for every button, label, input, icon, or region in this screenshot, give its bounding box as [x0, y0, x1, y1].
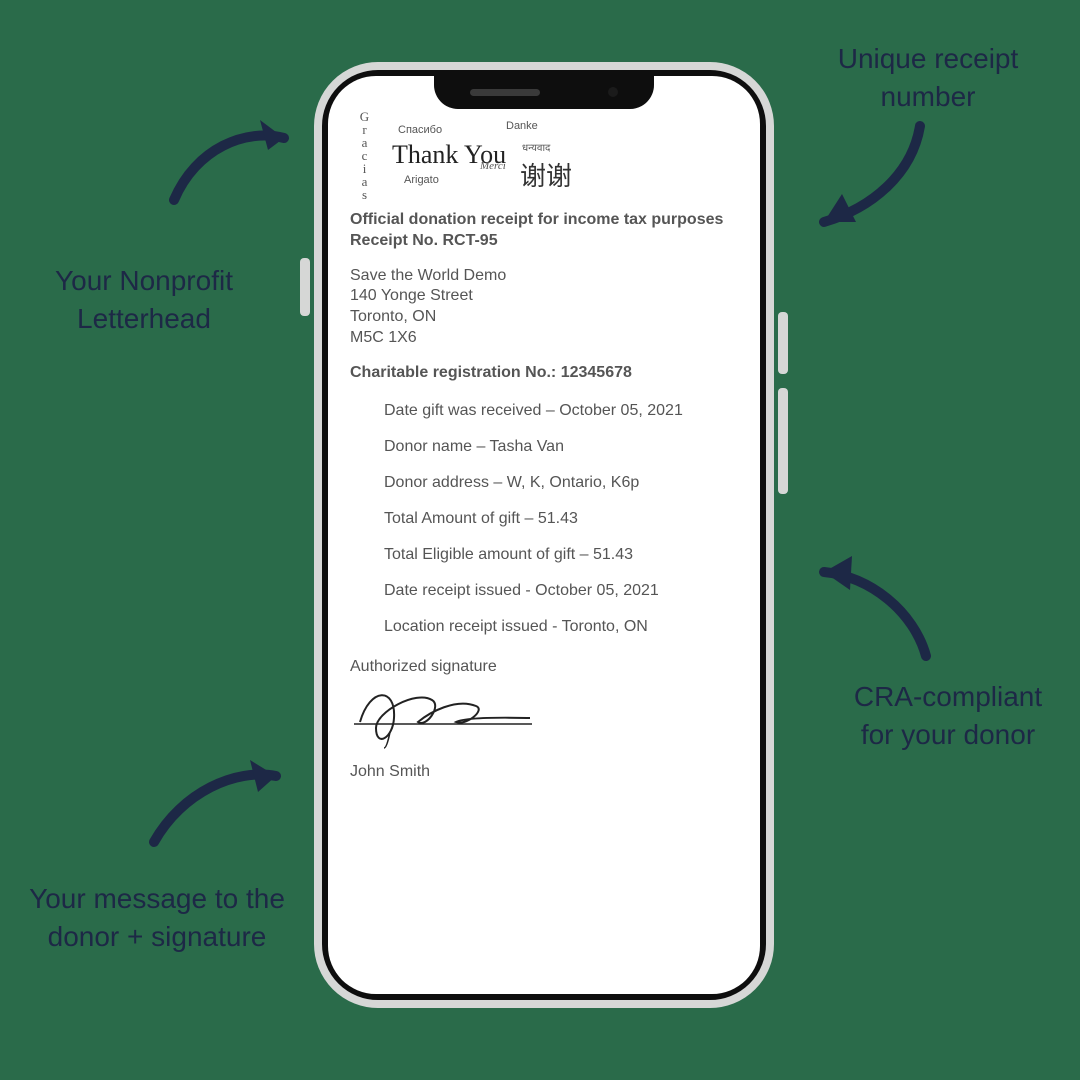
org-addr3: M5C 1X6: [350, 328, 738, 349]
org-name: Save the World Demo: [350, 266, 738, 287]
authorized-signature-label: Authorized signature: [350, 658, 738, 676]
signer-name: John Smith: [350, 763, 738, 781]
arrow-receipt-number-icon: [788, 112, 938, 242]
receipt-details-block: Date gift was received – October 05, 202…: [350, 402, 738, 636]
arrow-signature-icon: [136, 750, 296, 860]
arrow-cra-icon: [794, 552, 944, 672]
receipt-screen: Gracias Спасибо Danke धन्यवाद Thank You …: [328, 76, 760, 994]
letterhead-block: Gracias Спасибо Danke धन्यवाद Thank You …: [350, 120, 738, 192]
arrow-letterhead-icon: [156, 108, 306, 218]
letterhead-word-spasibo: Спасибо: [398, 124, 442, 136]
annotation-letterhead: Your NonprofitLetterhead: [24, 262, 264, 338]
letterhead-word-arigato: Arigato: [404, 174, 439, 186]
org-address-block: Save the World Demo 140 Yonge Street Tor…: [350, 266, 738, 349]
annotation-signature: Your message to thedonor + signature: [12, 880, 302, 956]
phone-side-button: [300, 258, 310, 316]
annotation-cra: CRA-compliantfor your donor: [838, 678, 1058, 754]
letterhead-word-danke: Danke: [506, 120, 538, 132]
charitable-registration: Charitable registration No.: 12345678: [350, 363, 738, 384]
letterhead-word-gracias: Gracias: [356, 120, 372, 188]
org-addr2: Toronto, ON: [350, 307, 738, 328]
detail-donor-address: Donor address – W, K, Ontario, K6p: [384, 474, 738, 492]
detail-date-issued: Date receipt issued - October 05, 2021: [384, 582, 738, 600]
letterhead-word-xiexie: 谢谢: [520, 156, 572, 193]
org-addr1: 140 Yonge Street: [350, 286, 738, 307]
receipt-title: Official donation receipt for income tax…: [350, 210, 738, 231]
annotation-receipt-number: Unique receiptnumber: [818, 40, 1038, 116]
phone-mockup: Gracias Спасибо Danke धन्यवाद Thank You …: [314, 62, 774, 1008]
signature-image: [346, 682, 546, 752]
receipt-number: Receipt No. RCT-95: [350, 231, 738, 252]
letterhead-word-hindi: धन्यवाद: [522, 140, 550, 154]
detail-total-amount: Total Amount of gift – 51.43: [384, 510, 738, 528]
phone-side-button: [778, 388, 788, 494]
detail-date-received: Date gift was received – October 05, 202…: [384, 402, 738, 420]
phone-side-button: [778, 312, 788, 374]
detail-donor-name: Donor name – Tasha Van: [384, 438, 738, 456]
detail-eligible-amount: Total Eligible amount of gift – 51.43: [384, 546, 738, 564]
letterhead-word-merci: Merci: [480, 160, 506, 172]
detail-location-issued: Location receipt issued - Toronto, ON: [384, 618, 738, 636]
